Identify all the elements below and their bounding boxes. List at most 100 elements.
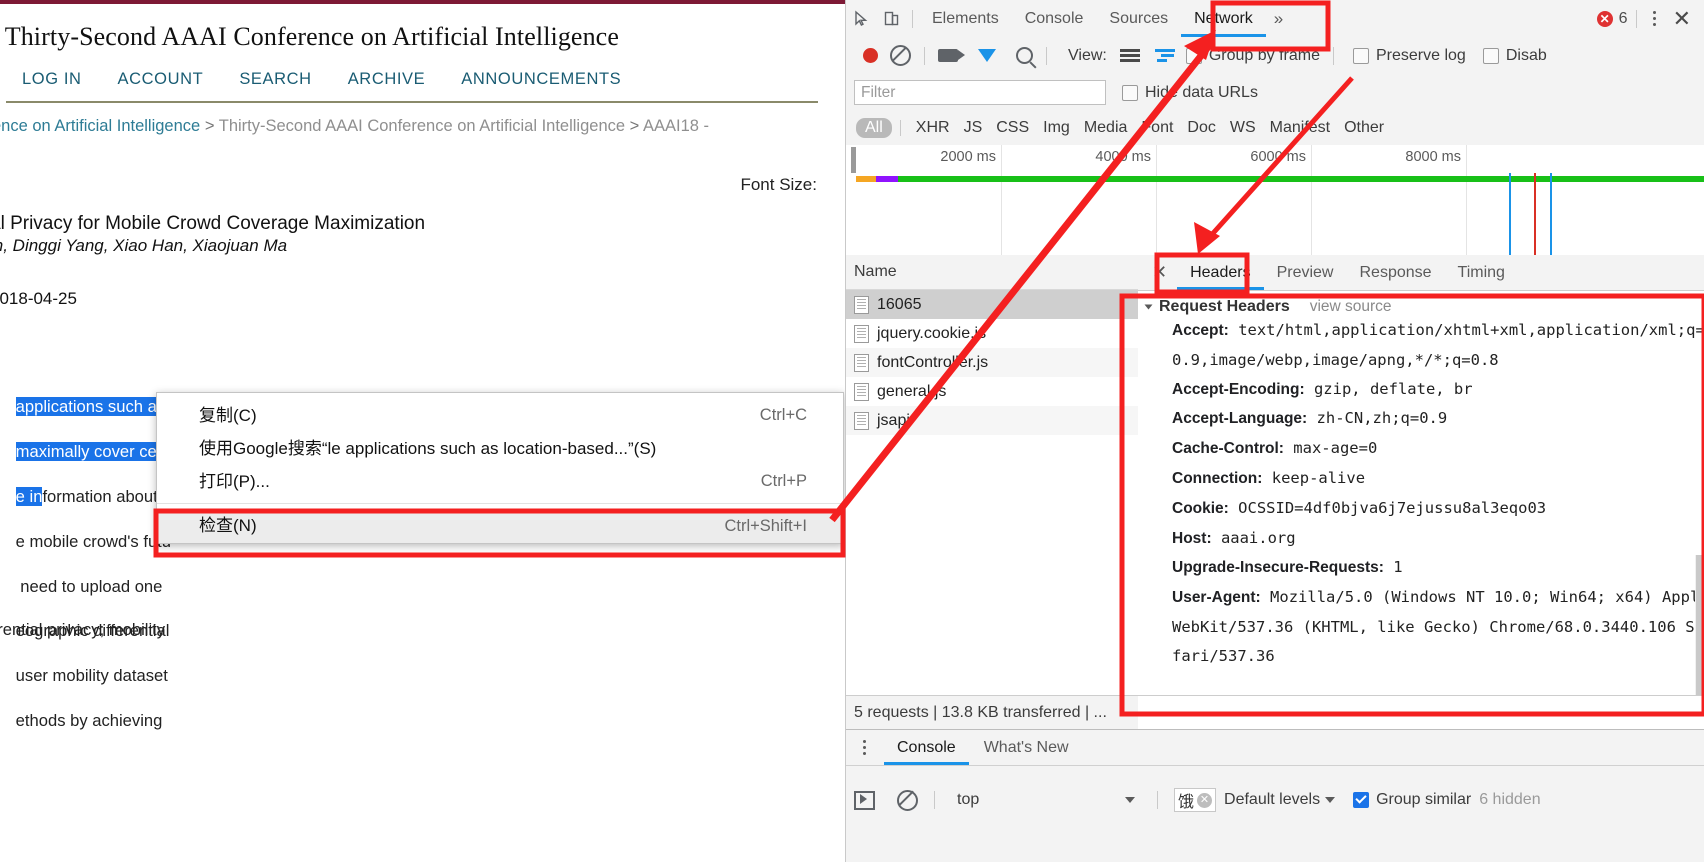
drawer-tab-whats-new[interactable]: What's New bbox=[971, 731, 1082, 765]
timeline-left-grip[interactable] bbox=[851, 147, 856, 173]
header-value: keep-alive bbox=[1262, 468, 1366, 487]
close-devtools-icon[interactable]: ✕ bbox=[1667, 6, 1697, 32]
nav-divider bbox=[6, 101, 818, 103]
disable-cache-checkbox[interactable] bbox=[1482, 47, 1499, 64]
inspect-element-icon[interactable] bbox=[846, 4, 876, 34]
console-log-levels[interactable]: Default levels bbox=[1224, 791, 1336, 809]
table-row[interactable]: general.js bbox=[846, 377, 1138, 406]
table-row[interactable]: 16065 bbox=[846, 290, 1138, 319]
preserve-log-checkbox[interactable] bbox=[1353, 47, 1369, 64]
group-by-frame-option[interactable]: Group by frame bbox=[1185, 47, 1320, 65]
filter-type-img[interactable]: Img bbox=[1036, 119, 1077, 137]
detail-tab-timing[interactable]: Timing bbox=[1445, 256, 1518, 290]
context-menu-item-inspect[interactable]: 检查(N) Ctrl+Shift+I bbox=[157, 509, 843, 543]
toggle-device-toolbar-icon[interactable] bbox=[876, 4, 906, 34]
timeline-tick-4000-label: 4000 ms bbox=[1095, 149, 1151, 165]
context-menu-item-copy[interactable]: 复制(C) Ctrl+C bbox=[157, 399, 843, 432]
error-icon: ✕ bbox=[1596, 10, 1613, 27]
console-filter-input[interactable]: 饿 ✕ bbox=[1174, 788, 1217, 812]
request-name: jquery.cookie.js bbox=[877, 324, 987, 342]
more-tabs-icon[interactable]: » bbox=[1266, 9, 1291, 29]
tab-sources[interactable]: Sources bbox=[1096, 1, 1181, 37]
breadcrumb-item-2[interactable]: Thirty-Second AAAI Conference on Artific… bbox=[219, 117, 625, 135]
detail-tab-response[interactable]: Response bbox=[1346, 256, 1444, 290]
table-row[interactable]: jsapi bbox=[846, 406, 1138, 435]
nav-item-log-in[interactable]: LOG IN bbox=[0, 70, 100, 89]
close-detail-icon[interactable]: ✕ bbox=[1142, 262, 1177, 283]
request-detail-pane: ✕ Headers Preview Response Timing Reques… bbox=[1138, 255, 1704, 862]
disable-cache-option[interactable]: Disab bbox=[1482, 47, 1547, 65]
tab-network[interactable]: Network bbox=[1181, 1, 1266, 37]
filter-type-font[interactable]: Font bbox=[1134, 119, 1180, 137]
detail-tab-headers[interactable]: Headers bbox=[1177, 256, 1263, 290]
group-by-frame-checkbox[interactable] bbox=[1185, 47, 1202, 64]
filter-type-all[interactable]: All bbox=[856, 118, 892, 138]
record-button-icon[interactable] bbox=[863, 48, 878, 63]
abstract-line-4: e mobile crowd's futu bbox=[15, 531, 172, 551]
document-icon bbox=[854, 411, 869, 430]
timeline-tick-6000: 6000 ms bbox=[1250, 145, 1312, 255]
tab-console[interactable]: Console bbox=[1012, 1, 1097, 37]
request-name: general.js bbox=[877, 382, 947, 400]
console-log-levels-label: Default levels bbox=[1224, 791, 1321, 808]
request-headers-title-label: Request Headers bbox=[1159, 298, 1290, 315]
network-summary-right-filler bbox=[1138, 695, 1704, 730]
filter-type-css[interactable]: CSS bbox=[989, 119, 1036, 137]
search-icon[interactable] bbox=[1016, 47, 1033, 64]
collapse-triangle-icon[interactable] bbox=[1144, 304, 1153, 310]
preserve-log-option[interactable]: Preserve log bbox=[1353, 47, 1466, 65]
console-sidebar-icon[interactable] bbox=[854, 790, 875, 810]
tab-elements[interactable]: Elements bbox=[919, 1, 1012, 37]
requests-column-header[interactable]: Name bbox=[846, 255, 1138, 290]
detail-tab-preview[interactable]: Preview bbox=[1264, 256, 1347, 290]
group-similar-checkbox[interactable] bbox=[1353, 792, 1370, 808]
clear-console-icon[interactable] bbox=[897, 789, 918, 811]
filter-type-ws[interactable]: WS bbox=[1223, 119, 1263, 137]
console-context-value: top bbox=[957, 791, 980, 808]
drawer-menu-icon[interactable] bbox=[854, 740, 874, 755]
console-context-selector[interactable]: top bbox=[951, 789, 1141, 811]
document-icon bbox=[854, 353, 869, 372]
request-name: fontController.js bbox=[877, 353, 989, 371]
browser-context-menu[interactable]: 复制(C) Ctrl+C 使用Google搜索“le applications … bbox=[156, 392, 844, 544]
header-row-upgrade-insecure-requests: Upgrade-Insecure-Requests: 1 bbox=[1146, 553, 1704, 583]
nav-item-search[interactable]: SEARCH bbox=[221, 70, 329, 89]
drawer-tab-console[interactable]: Console bbox=[884, 731, 969, 765]
filter-icon[interactable] bbox=[978, 49, 996, 62]
clear-filter-icon[interactable]: ✕ bbox=[1197, 792, 1213, 808]
filter-type-other[interactable]: Other bbox=[1337, 119, 1391, 137]
nav-item-announcements[interactable]: ANNOUNCEMENTS bbox=[443, 70, 639, 89]
error-count-badge[interactable]: ✕ 6 bbox=[1596, 10, 1628, 28]
filter-type-media[interactable]: Media bbox=[1077, 119, 1135, 137]
capture-screenshots-icon[interactable] bbox=[938, 49, 965, 62]
hide-data-urls-checkbox[interactable] bbox=[1122, 84, 1138, 101]
filter-type-xhr[interactable]: XHR bbox=[909, 119, 957, 137]
view-label: View: bbox=[1068, 46, 1107, 64]
filter-input[interactable]: Filter bbox=[854, 80, 1106, 105]
nav-item-account[interactable]: ACCOUNT bbox=[100, 70, 222, 89]
table-row[interactable]: fontController.js bbox=[846, 348, 1138, 377]
filter-type-manifest[interactable]: Manifest bbox=[1263, 119, 1337, 137]
breadcrumb: ence on Artificial Intelligence > Thirty… bbox=[0, 113, 845, 139]
view-list-icon[interactable] bbox=[1119, 49, 1140, 62]
view-waterfall-icon[interactable] bbox=[1154, 49, 1175, 62]
chevron-down-icon bbox=[1125, 797, 1135, 803]
devtools-menu-icon[interactable] bbox=[1645, 11, 1665, 26]
request-headers-section-title[interactable]: Request Headers view source bbox=[1144, 298, 1704, 316]
view-source-link[interactable]: view source bbox=[1310, 298, 1392, 316]
headers-scrollbar-thumb[interactable] bbox=[1696, 555, 1704, 705]
network-overview-timeline[interactable]: 2000 ms 4000 ms 6000 ms 8000 ms bbox=[846, 145, 1704, 256]
table-row[interactable]: jquery.cookie.js bbox=[846, 319, 1138, 348]
hide-data-urls-option[interactable]: Hide data URLs bbox=[1122, 84, 1258, 102]
timeline-tick-2000: 2000 ms bbox=[940, 145, 1002, 255]
context-menu-item-search-google[interactable]: 使用Google搜索“le applications such as locat… bbox=[157, 432, 843, 465]
clear-network-log-icon[interactable] bbox=[890, 45, 911, 66]
breadcrumb-item-1[interactable]: ence on Artificial Intelligence bbox=[0, 117, 200, 135]
filter-type-doc[interactable]: Doc bbox=[1180, 119, 1222, 137]
filter-type-js[interactable]: JS bbox=[957, 119, 990, 137]
nav-item-archive[interactable]: ARCHIVE bbox=[330, 70, 444, 89]
console-hidden-count: 6 hidden bbox=[1479, 791, 1541, 808]
context-menu-item-print[interactable]: 打印(P)... Ctrl+P bbox=[157, 465, 843, 498]
group-similar-option[interactable]: Group similar bbox=[1353, 791, 1471, 809]
breadcrumb-item-3[interactable]: AAAI18 - bbox=[643, 117, 709, 135]
